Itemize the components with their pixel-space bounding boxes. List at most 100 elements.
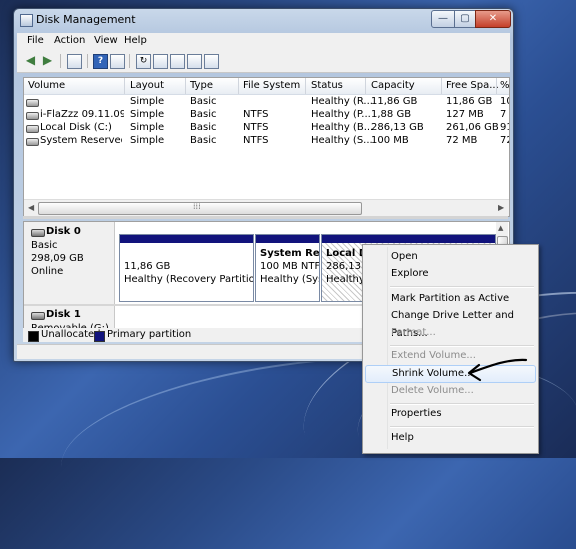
partition-context-menu: Open Explore Mark Partition as Active Ch…: [362, 244, 539, 454]
refresh-icon[interactable]: ↻: [136, 54, 151, 69]
toolbar: ◀ ▶ ? ↻: [17, 50, 510, 73]
hand-drawn-arrow-annotation: [467, 358, 528, 382]
unallocated-swatch: [28, 331, 39, 342]
scrollbar-grip: ⁞⁞⁞: [193, 202, 201, 211]
menu-separator: [390, 286, 534, 288]
horizontal-scrollbar[interactable]: ◀ ⁞⁞⁞ ▶: [24, 199, 509, 216]
toolbar-separator: [60, 54, 61, 68]
disk-settings-icon[interactable]: [204, 54, 219, 69]
volume-fs: NTFS: [243, 135, 269, 146]
partition-header-bar: [120, 235, 253, 243]
column-divider[interactable]: [124, 78, 125, 94]
menu-help[interactable]: Help: [124, 35, 147, 46]
primary-partition-swatch: [94, 331, 105, 342]
legend-primary-partition: Primary partition: [107, 329, 192, 340]
back-arrow-icon[interactable]: ◀: [24, 54, 37, 67]
menu-item-format[interactable]: Format...: [365, 324, 534, 342]
volume-name: System Reserved: [40, 135, 122, 146]
system-reserved-partition[interactable]: System Rese 100 MB NTFS Healthy (Syst: [255, 234, 320, 302]
col-status[interactable]: Status: [311, 80, 343, 91]
disk-0-label[interactable]: Disk 0 Basic 298,09 GB Online: [24, 222, 115, 304]
menu-separator: [390, 426, 534, 428]
menu-item-open[interactable]: Open: [365, 248, 534, 266]
partition-status: Healthy (Recovery Partition): [124, 274, 254, 285]
menu-action[interactable]: Action: [54, 35, 85, 46]
toolbar-separator: [129, 54, 130, 68]
menu-file[interactable]: File: [27, 35, 44, 46]
col-percent-free[interactable]: %: [500, 80, 509, 91]
title-bar[interactable]: Disk Management — ▢ ✕: [14, 9, 513, 31]
volume-row[interactable]: Local Disk (C:) Simple Basic NTFS Health…: [24, 122, 509, 135]
volume-percent-free: 72: [500, 135, 509, 146]
disk-kind: Basic: [31, 240, 58, 251]
volume-row[interactable]: i-FlaZzz 09.11.09 (I:) Simple Basic NTFS…: [24, 109, 509, 122]
rescan-icon[interactable]: [187, 54, 202, 69]
volume-list: Volume Layout Type File System Status Ca…: [23, 77, 510, 217]
console-tree-icon[interactable]: [67, 54, 82, 69]
window-title: Disk Management: [36, 13, 136, 26]
volume-icon: [26, 125, 39, 133]
menu-item-mark-active[interactable]: Mark Partition as Active: [365, 290, 534, 308]
column-divider[interactable]: [441, 78, 442, 94]
col-capacity[interactable]: Capacity: [371, 80, 415, 91]
volume-icon: [26, 112, 39, 120]
menu-item-help[interactable]: Help: [365, 429, 534, 447]
column-divider[interactable]: [365, 78, 366, 94]
volume-type: Basic: [190, 122, 217, 133]
disk-management-app-icon[interactable]: [20, 14, 33, 27]
volume-fs: NTFS: [243, 122, 269, 133]
volume-status: Healthy (R...: [311, 96, 373, 107]
col-free-space[interactable]: Free Spa...: [446, 80, 499, 91]
minimize-button[interactable]: —: [431, 10, 455, 28]
scroll-left-icon[interactable]: ◀: [28, 203, 34, 212]
legend-unallocated: Unallocated: [41, 329, 101, 340]
volume-percent-free: 7: [500, 109, 507, 120]
partition-header-bar: [256, 235, 319, 243]
volume-percent-free: 91: [500, 122, 509, 133]
volume-layout: Simple: [130, 135, 165, 146]
column-divider[interactable]: [496, 78, 497, 94]
volume-row[interactable]: Simple Basic Healthy (R... 11,86 GB 11,8…: [24, 96, 509, 109]
disk-state: Online: [31, 266, 64, 277]
scroll-right-icon[interactable]: ▶: [498, 203, 504, 212]
volume-capacity: 1,88 GB: [371, 109, 412, 120]
help-icon[interactable]: ?: [93, 54, 108, 69]
scrollbar-thumb[interactable]: ⁞⁞⁞: [38, 202, 362, 215]
column-divider[interactable]: [305, 78, 306, 94]
menu-view[interactable]: View: [94, 35, 118, 46]
menu-item-delete-volume[interactable]: Delete Volume...: [365, 382, 534, 400]
menu-bar: File Action View Help: [17, 33, 510, 50]
volume-list-header: Volume Layout Type File System Status Ca…: [24, 78, 509, 95]
menu-item-change-drive-letter[interactable]: Change Drive Letter and Paths...: [365, 307, 534, 339]
col-volume[interactable]: Volume: [28, 80, 65, 91]
column-divider[interactable]: [185, 78, 186, 94]
col-file-system[interactable]: File System: [243, 80, 300, 91]
maximize-button[interactable]: ▢: [454, 10, 476, 28]
disk-icon: [31, 312, 45, 320]
pane-splitter[interactable]: [23, 216, 508, 219]
col-layout[interactable]: Layout: [130, 80, 164, 91]
partition-status: Healthy (Syst: [260, 274, 319, 285]
volume-status: Healthy (S...: [311, 135, 373, 146]
column-divider[interactable]: [238, 78, 239, 94]
scroll-up-icon[interactable]: ▲: [498, 224, 503, 232]
volume-free-space: 72 MB: [446, 135, 478, 146]
disk-icon: [31, 229, 45, 237]
forward-arrow-icon[interactable]: ▶: [41, 54, 54, 67]
open-icon[interactable]: [170, 54, 185, 69]
volume-type: Basic: [190, 135, 217, 146]
volume-name: Local Disk (C:): [40, 122, 112, 133]
close-button[interactable]: ✕: [475, 10, 511, 28]
volume-icon: [26, 99, 39, 107]
menu-item-properties[interactable]: Properties: [365, 405, 534, 423]
properties-icon[interactable]: [110, 54, 125, 69]
volume-free-space: 127 MB: [446, 109, 484, 120]
recovery-partition[interactable]: 11,86 GB Healthy (Recovery Partition): [119, 234, 254, 302]
volume-row[interactable]: System Reserved Simple Basic NTFS Health…: [24, 135, 509, 148]
export-icon[interactable]: [153, 54, 168, 69]
partition-size: 11,86 GB: [124, 261, 171, 272]
volume-capacity: 11,86 GB: [371, 96, 418, 107]
volume-percent-free: 10: [500, 96, 509, 107]
menu-item-explore[interactable]: Explore: [365, 265, 534, 283]
col-type[interactable]: Type: [190, 80, 213, 91]
